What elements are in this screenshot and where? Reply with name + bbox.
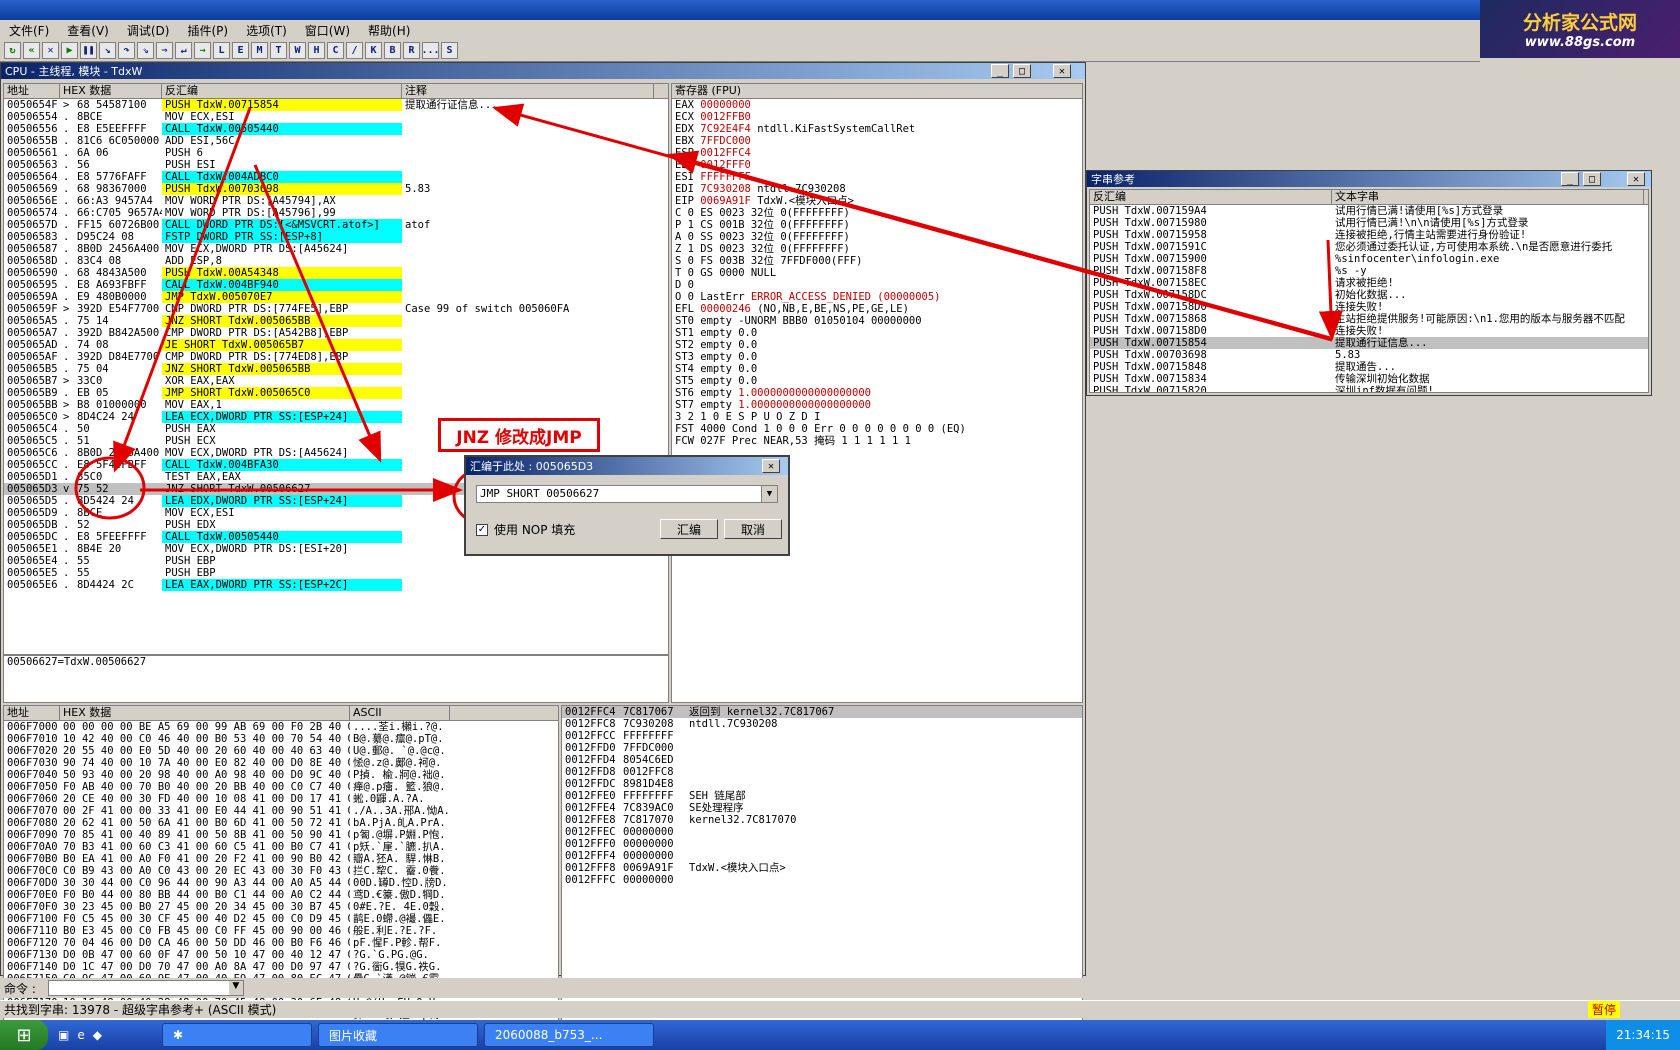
annotation-label: JNZ 修改成JMP [438, 418, 600, 452]
system-tray: 21:34:15 [1606, 1020, 1680, 1050]
nop-label: 使用 NOP 填充 [494, 523, 576, 537]
status-bar: 共找到字串: 13978 - 超级字串参考+ (ASCII 模式) 暂停 [0, 1000, 1680, 1018]
assemble-title-text: 汇编于此处 : 005065D3 [470, 460, 594, 473]
command-label: 命令 : [4, 981, 36, 996]
task-image[interactable]: 2060088_b753_... [483, 1023, 654, 1047]
quicklaunch-desktop-icon[interactable]: ▣ [58, 1028, 69, 1042]
status-text: 共找到字串: 13978 - 超级字串参考+ (ASCII 模式) [4, 1003, 277, 1017]
assemble-input-value: JMP SHORT 00506627 [480, 487, 600, 500]
command-dropdown-icon[interactable]: ▼ [228, 981, 243, 995]
start-button[interactable]: ⊞ [0, 1020, 48, 1050]
quicklaunch-ie-icon[interactable]: e [77, 1028, 84, 1042]
clock: 21:34:15 [1616, 1028, 1670, 1042]
taskbar: ⊞ ▣ e ◆ ✱ 图片收藏 2060088_b753_... 21:34:15 [0, 1020, 1680, 1050]
assemble-button[interactable]: 汇编 [660, 519, 718, 539]
cancel-button[interactable]: 取消 [724, 519, 782, 539]
checkbox-checked-icon[interactable]: ✓ [476, 523, 488, 536]
assemble-dialog: 汇编于此处 : 005065D3 ✕ JMP SHORT 00506627 ▼ … [464, 455, 790, 556]
dialog-close-button[interactable]: ✕ [762, 459, 780, 473]
task-image-label: 2060088_b753_... [494, 1028, 603, 1042]
annotation-arrows [74, 103, 1343, 524]
status-state: 暂停 [1588, 1001, 1621, 1018]
task-debugger[interactable]: ✱ [161, 1023, 312, 1047]
task-pictures-label: 图片收藏 [328, 1028, 377, 1043]
nop-checkbox[interactable]: ✓ 使用 NOP 填充 [476, 521, 575, 538]
task-pictures[interactable]: 图片收藏 [317, 1023, 478, 1047]
debugger-task-icon: ✱ [172, 1028, 184, 1042]
command-bar: 命令 : ▼ [0, 978, 1680, 998]
command-input[interactable]: ▼ [47, 980, 244, 996]
assemble-dialog-title: 汇编于此处 : 005065D3 [466, 457, 788, 475]
assemble-input[interactable]: JMP SHORT 00506627 ▼ [476, 485, 778, 503]
chevron-down-icon[interactable]: ▼ [761, 486, 777, 502]
quicklaunch-app-icon[interactable]: ◆ [93, 1028, 102, 1042]
